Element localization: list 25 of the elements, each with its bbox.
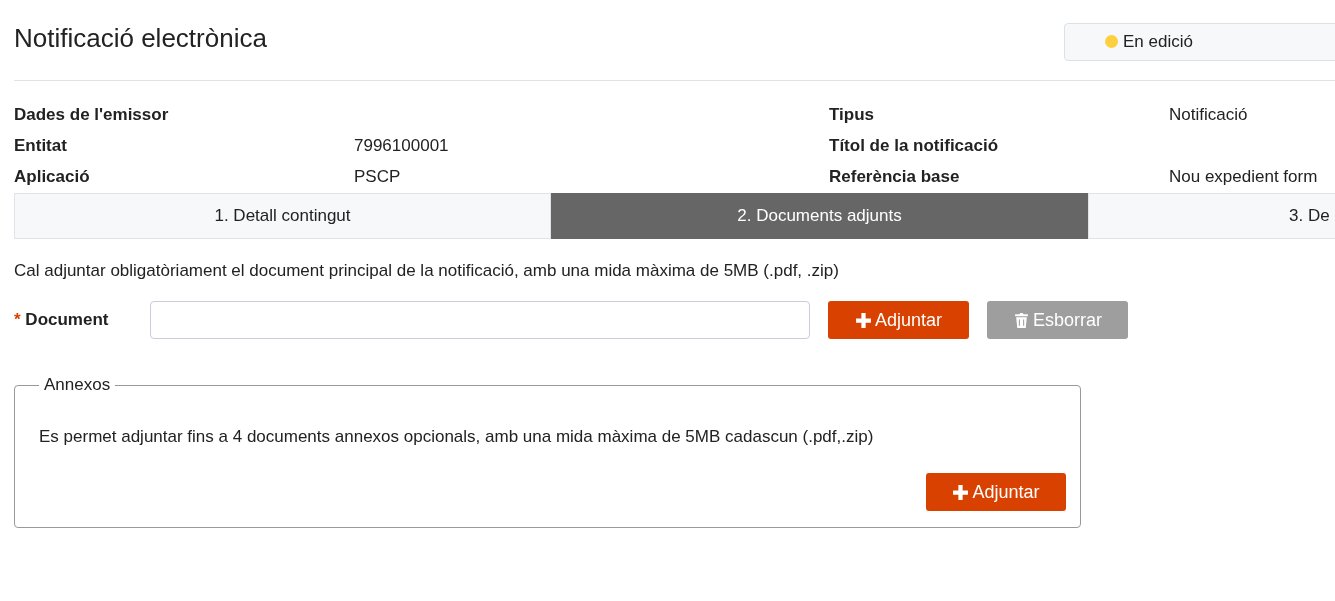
step-tab[interactable]: 1. Detall contingut [14,193,551,239]
detail-value: 7996100001 [354,135,449,156]
detail-value: PSCP [354,166,401,187]
attach-button[interactable]: Adjuntar [828,301,969,339]
panel-legend: Annexos [39,375,116,395]
step-tab[interactable]: 2. Documents adjunts [551,193,1088,239]
instruction-text: Cal adjuntar obligatòriament el document principal de la notificació, amb una mida màxima de 5MB (.pdf, .zip) [14,261,840,281]
detail-label: Entitat [14,135,68,156]
annexes-text: Es permet adjuntar fins a 4 documents annexos opcionals, amb una mida màxima de 5MB cadascun (.pdf,.zip) [39,427,875,447]
page-title: Notificació electrònica [14,22,268,54]
step-tab[interactable]: 3. De [1088,193,1335,239]
status-label: En edició [1123,31,1193,52]
detail-label: Aplicació [14,166,91,187]
attach-button[interactable]: Adjuntar [926,473,1066,511]
detail-value: Nou expedient form [1169,166,1318,187]
document-field[interactable] [150,301,810,339]
detail-label: Títol de la notificació [829,135,1000,156]
detail-label: Referència base [829,166,961,187]
trash-icon [1013,311,1030,329]
detail-value: Notificació [1169,104,1248,125]
detail-label: Dades de l'emissor [14,104,170,125]
plus-icon [952,483,970,501]
document-label: * Document [14,310,110,330]
detail-label: Tipus [829,104,876,125]
plus-icon [854,311,872,329]
